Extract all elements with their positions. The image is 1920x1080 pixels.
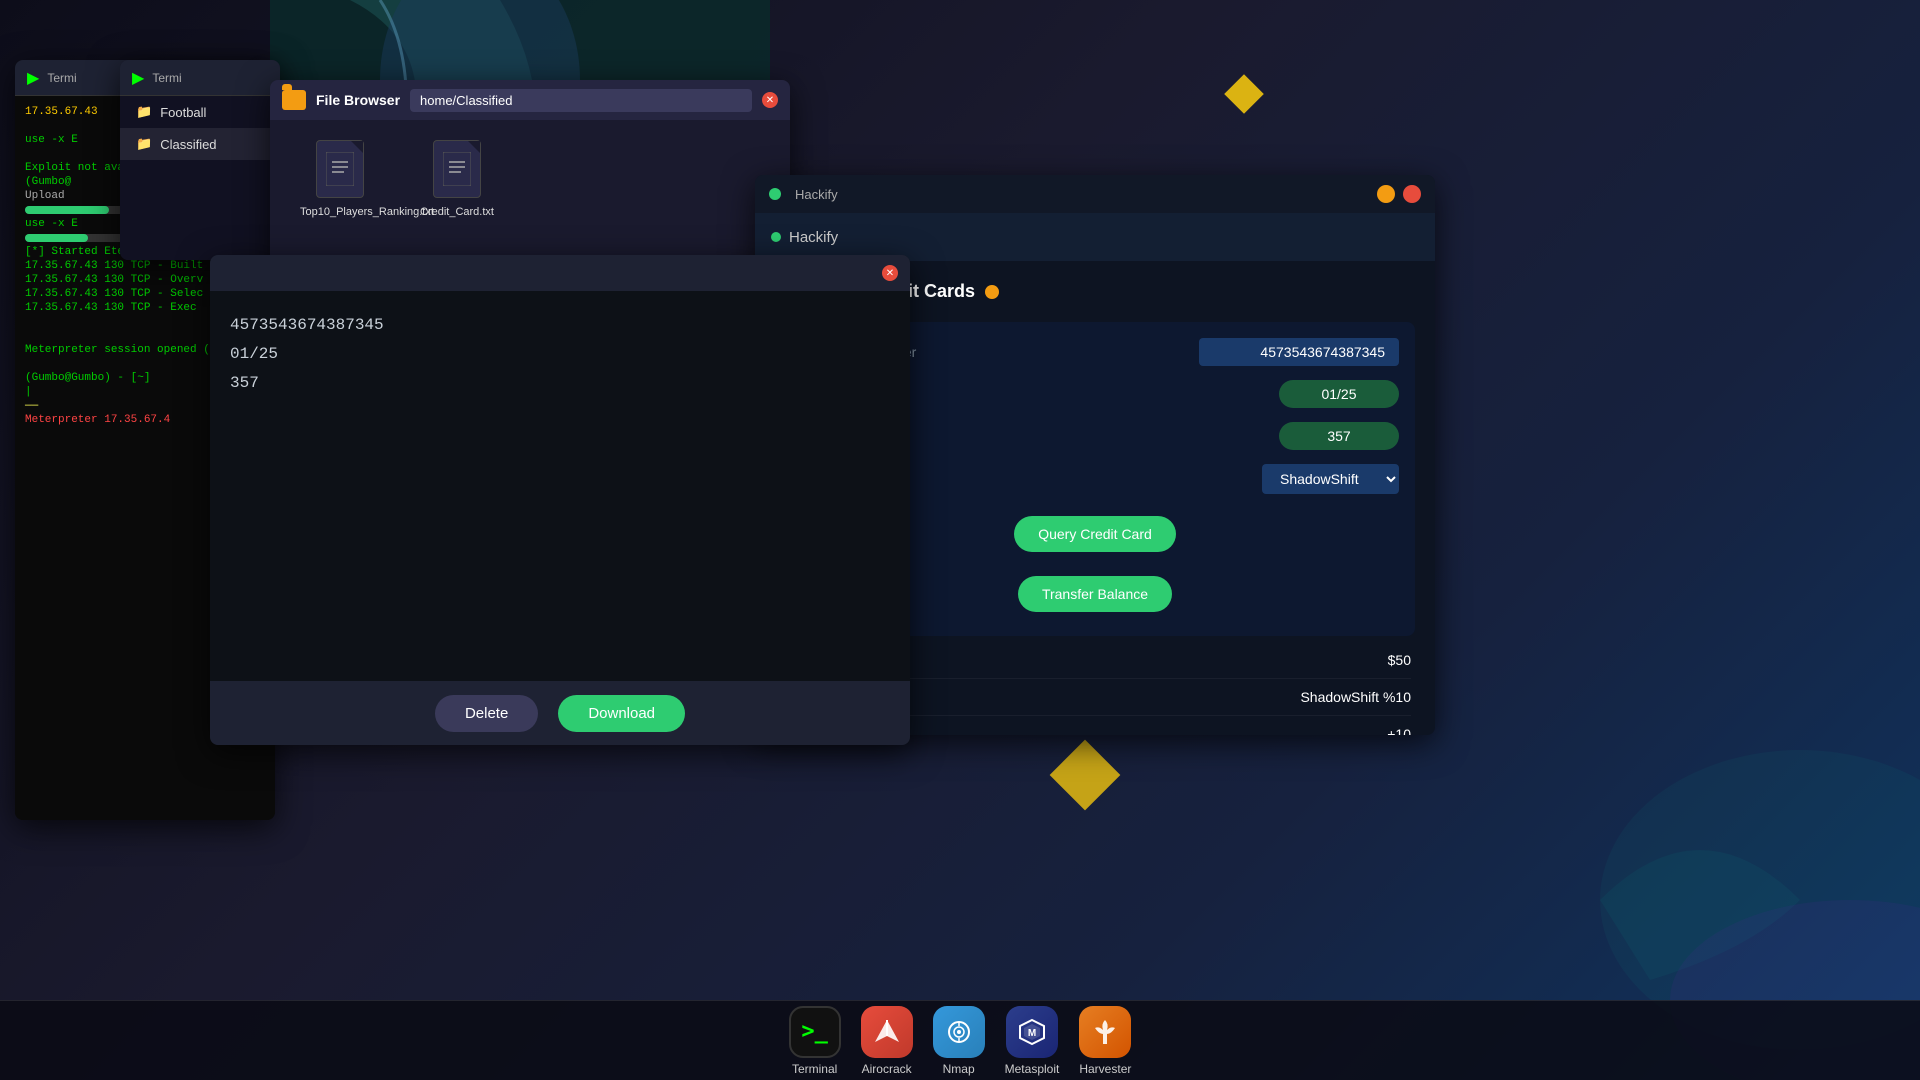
airocrack-taskbar-label: Airocrack (862, 1062, 912, 1076)
terminal-taskbar-label: Terminal (792, 1062, 837, 1076)
nav-status-dot (771, 232, 781, 242)
taskbar-metasploit[interactable]: M Metasploit (1005, 1006, 1060, 1076)
transfer-balance-button[interactable]: Transfer Balance (1018, 576, 1172, 612)
harvester-taskbar-icon (1079, 1006, 1131, 1058)
text-viewer-close[interactable]: ✕ (882, 265, 898, 281)
cc-cvv-value: 357 (1279, 422, 1399, 450)
taskbar-nmap[interactable]: Nmap (933, 1006, 985, 1076)
cc-method-select[interactable]: ShadowShift DirectTransfer CryptoMix (1262, 464, 1399, 494)
sidebar-item-football[interactable]: 📁 Football (120, 96, 280, 128)
cc-cvv-line: 357 (230, 369, 890, 398)
taskbar-terminal[interactable]: >_ Terminal (789, 1006, 841, 1076)
nmap-taskbar-label: Nmap (943, 1062, 975, 1076)
terminal-taskbar-icon: >_ (789, 1006, 841, 1058)
sidebar-item-football-label: Football (160, 105, 206, 120)
file-label-creditcard: Credit_Card.txt (420, 206, 494, 218)
airocrack-taskbar-icon (861, 1006, 913, 1058)
cc-expiry-line: 01/25 (230, 340, 890, 369)
taskbar: >_ Terminal Airocrack Nmap M Metasploit (0, 1000, 1920, 1080)
sidebar-item-classified-label: Classified (160, 137, 216, 152)
text-viewer-titlebar: ✕ (210, 255, 910, 291)
hackify-nav-label: Hackify (789, 229, 838, 246)
taskbar-airocrack[interactable]: Airocrack (861, 1006, 913, 1076)
text-viewer-window: ✕ 4573543674387345 01/25 357 Delete Down… (210, 255, 910, 745)
file-browser-bar: File Browser home/Classified ✕ (270, 80, 790, 120)
cc-number-value: 4573543674387345 (1199, 338, 1399, 366)
file-browser-content: Top10_Players_Ranking.txt Credit_Card.tx… (270, 120, 790, 238)
heat-value: +10 (1387, 726, 1411, 735)
metasploit-taskbar-icon: M (1006, 1006, 1058, 1058)
path-bar[interactable]: home/Classified (410, 89, 752, 112)
desktop: ▶ Termi 17.35.67.43 use -x E Exploit not… (0, 0, 1920, 1080)
download-button[interactable]: Download (558, 695, 685, 732)
sidebar-title: Termi (152, 71, 181, 85)
text-viewer-content: 4573543674387345 01/25 357 (210, 291, 910, 681)
harvester-taskbar-label: Harvester (1079, 1062, 1131, 1076)
file-browser-close[interactable]: ✕ (762, 92, 778, 108)
hackify-dot-green (769, 188, 781, 200)
phishing-status-dot (985, 285, 999, 299)
delete-button[interactable]: Delete (435, 695, 538, 732)
method-fees-value: ShadowShift %10 (1300, 689, 1411, 705)
svg-text:M: M (1028, 1028, 1036, 1039)
file-icon-creditcard (433, 140, 481, 198)
file-item-rankings[interactable]: Top10_Players_Ranking.txt (300, 140, 380, 218)
hackify-close[interactable] (1403, 185, 1421, 203)
available-balance-value: $50 (1388, 652, 1411, 668)
hackify-window-title: Hackify (795, 187, 838, 202)
cc-number-line: 4573543674387345 (230, 311, 890, 340)
metasploit-taskbar-label: Metasploit (1005, 1062, 1060, 1076)
sidebar-item-classified[interactable]: 📁 Classified (120, 128, 280, 160)
folder-icon-football: 📁 (136, 104, 152, 120)
sidebar-titlebar: ▶ Termi (120, 60, 280, 96)
terminal-1-title: Termi (47, 71, 76, 85)
sidebar-window: ▶ Termi 📁 Football 📁 Classified (120, 60, 280, 260)
hackify-titlebar: Hackify (755, 175, 1435, 213)
query-credit-card-button[interactable]: Query Credit Card (1014, 516, 1176, 552)
text-viewer-footer: Delete Download (210, 681, 910, 745)
folder-icon-browser (282, 90, 306, 110)
file-icon-rankings (316, 140, 364, 198)
taskbar-harvester[interactable]: Harvester (1079, 1006, 1131, 1076)
folder-icon-classified: 📁 (136, 136, 152, 152)
file-browser-window: File Browser home/Classified ✕ Top10_Pla… (270, 80, 790, 280)
hackify-minimize[interactable] (1377, 185, 1395, 203)
file-browser-title: File Browser (316, 92, 400, 108)
hackify-nav: Hackify (755, 213, 1435, 261)
file-item-creditcard[interactable]: Credit_Card.txt (420, 140, 494, 218)
nmap-taskbar-icon (933, 1006, 985, 1058)
cc-expiry-value: 01/25 (1279, 380, 1399, 408)
file-label-rankings: Top10_Players_Ranking.txt (300, 206, 380, 218)
